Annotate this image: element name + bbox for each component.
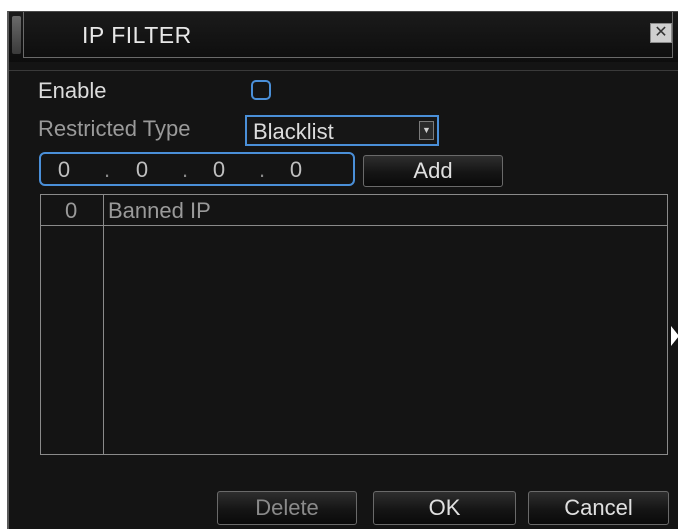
index-column-header: 0 [65, 198, 78, 223]
title-bar[interactable]: IP FILTER ✕ [9, 12, 678, 62]
restricted-type-value: Blacklist [253, 119, 334, 144]
window-title: IP FILTER [82, 22, 192, 48]
ip-separator: . [182, 157, 189, 182]
close-icon: ✕ [654, 24, 668, 41]
add-button[interactable]: Add [363, 155, 503, 187]
banned-ip-column-header: Banned IP [108, 198, 211, 223]
restricted-type-label: Restricted Type [38, 116, 191, 141]
close-button[interactable]: ✕ [650, 23, 672, 43]
ip-filter-dialog: IP FILTER ✕ Enable Restricted Type Black… [7, 11, 678, 529]
ip-octet-3[interactable]: 0 [199, 157, 239, 183]
delete-button[interactable]: Delete [217, 491, 357, 525]
ip-octet-1[interactable]: 0 [44, 157, 84, 183]
restricted-type-select[interactable]: Blacklist ▼ [245, 115, 439, 146]
ok-button[interactable]: OK [373, 491, 516, 525]
ip-separator: . [259, 157, 266, 182]
cursor-arrow-icon [671, 326, 678, 346]
title-grip [12, 16, 21, 54]
enable-checkbox[interactable] [251, 80, 271, 100]
column-divider [103, 195, 104, 454]
chevron-down-icon[interactable]: ▼ [419, 121, 434, 140]
enable-label: Enable [38, 78, 107, 103]
ip-separator: . [104, 157, 111, 182]
title-divider [9, 70, 678, 71]
ip-address-input[interactable]: 0 . 0 . 0 . 0 [39, 152, 355, 186]
ip-octet-4[interactable]: 0 [276, 157, 316, 183]
header-divider [41, 225, 667, 226]
ip-octet-2[interactable]: 0 [122, 157, 162, 183]
cancel-button[interactable]: Cancel [528, 491, 669, 525]
banned-ip-table: 0 Banned IP [40, 194, 668, 455]
